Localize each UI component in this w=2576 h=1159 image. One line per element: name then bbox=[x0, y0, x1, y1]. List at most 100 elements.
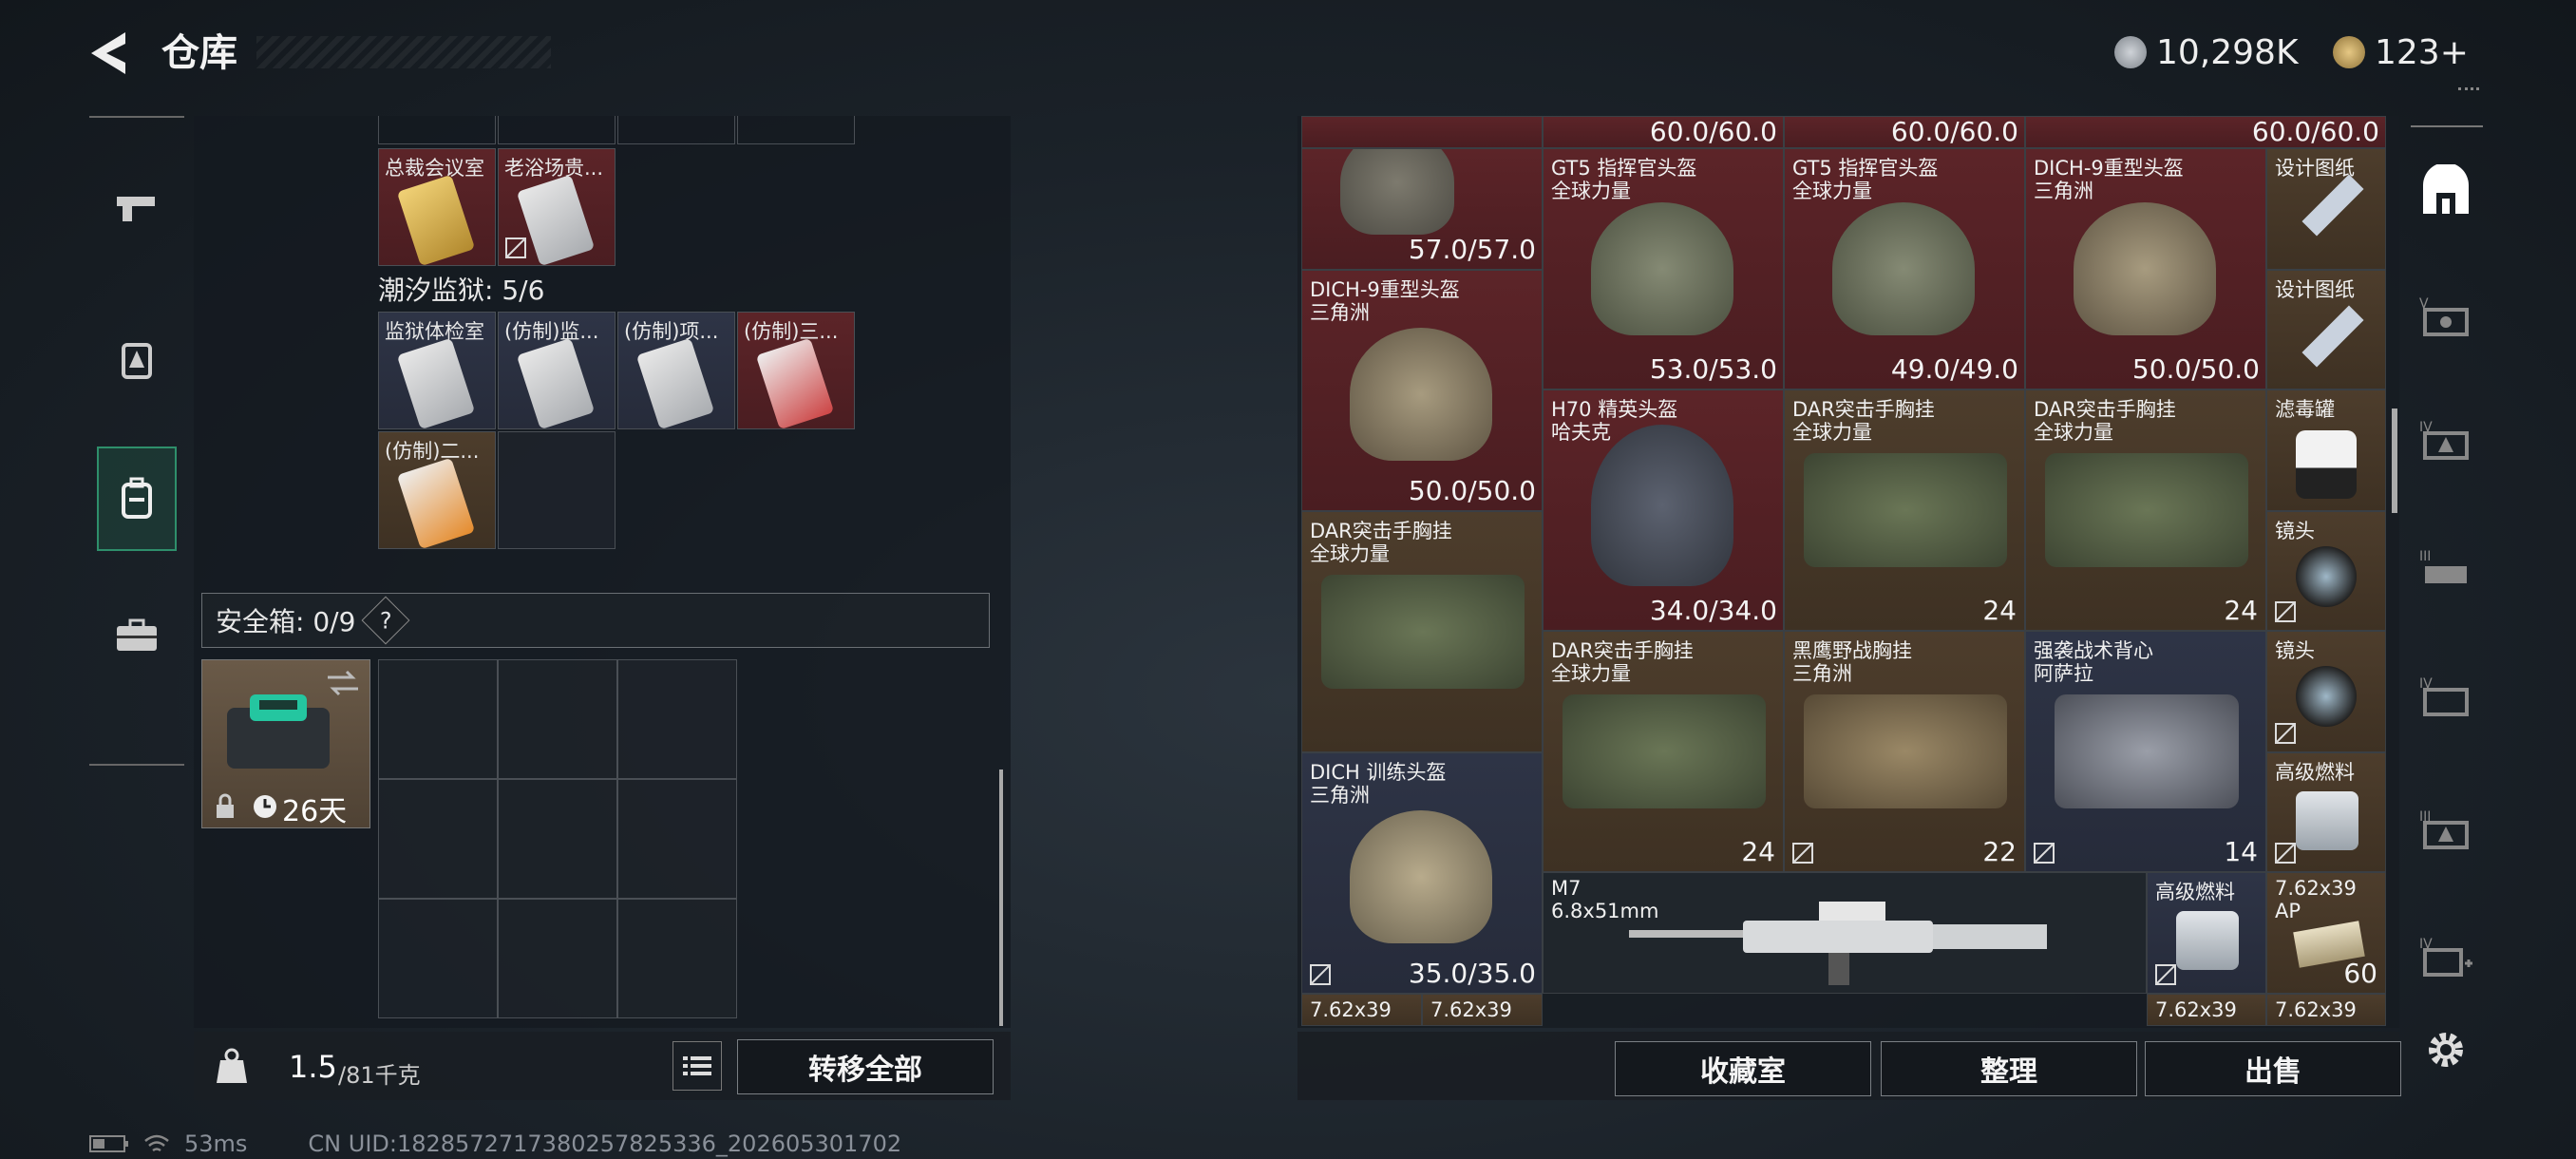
safe-case-icon bbox=[227, 694, 330, 769]
nav-weapons[interactable] bbox=[97, 156, 177, 260]
nav-case[interactable] bbox=[97, 583, 177, 688]
chest-rig-item[interactable]: DAR突击手胸挂 全球力量 24 bbox=[1784, 390, 2025, 631]
keycard-item[interactable]: (仿制)项... bbox=[617, 312, 735, 430]
tab-storage-4a[interactable]: IV bbox=[2403, 399, 2489, 484]
item-name: 镜头 bbox=[2275, 520, 2315, 542]
back-arrow-icon[interactable] bbox=[87, 28, 133, 78]
chest-rig-item[interactable]: DAR突击手胸挂 全球力量 24 bbox=[1543, 631, 1784, 872]
keycard-item[interactable]: (仿制)三... bbox=[737, 312, 855, 430]
fuel-item[interactable]: 高级燃料 bbox=[2147, 872, 2266, 994]
ammo-item-partial[interactable]: 7.62x39 bbox=[2147, 994, 2266, 1026]
briefcase-icon bbox=[117, 618, 157, 651]
item-name: 7.62x39 bbox=[1310, 998, 1392, 1021]
item-label: (仿制)项... bbox=[624, 320, 719, 343]
scope-item[interactable]: 镜头 bbox=[2266, 631, 2386, 752]
partial-cell: 60.0/60.0 bbox=[1784, 116, 2025, 148]
help-button[interactable]: ? bbox=[361, 596, 410, 645]
safe-slot[interactable] bbox=[617, 899, 737, 1018]
swap-icon[interactable] bbox=[324, 668, 362, 698]
ammo-item-partial[interactable]: 7.62x39 bbox=[1301, 994, 1422, 1026]
capacity: 24 bbox=[2224, 595, 2258, 626]
svg-text:III: III bbox=[2419, 809, 2431, 825]
m7-rifle-item[interactable]: M7 6.8x51mm bbox=[1543, 872, 2147, 994]
scope-item[interactable]: 镜头 bbox=[2266, 511, 2386, 631]
keycard-item[interactable]: 监狱体检室 bbox=[378, 312, 496, 430]
list-view-button[interactable] bbox=[672, 1041, 722, 1091]
category-nav bbox=[89, 116, 184, 766]
lock-icon bbox=[217, 793, 234, 818]
tab-storage-5[interactable]: V bbox=[2403, 276, 2489, 361]
tab-storage-3b[interactable]: III bbox=[2403, 788, 2489, 874]
currency-tokens[interactable]: 123+ bbox=[2333, 28, 2469, 76]
safe-slot[interactable] bbox=[498, 779, 617, 899]
svg-text:IV: IV bbox=[2419, 676, 2433, 692]
item-type: AP bbox=[2275, 900, 2301, 922]
no-sell-icon bbox=[2155, 964, 2176, 985]
no-sell-icon bbox=[1310, 964, 1331, 985]
item-name: 设计图纸 bbox=[2275, 278, 2355, 301]
tab-storage-3[interactable]: III bbox=[2403, 528, 2489, 614]
quantity: 60 bbox=[2343, 958, 2377, 989]
safe-slot[interactable] bbox=[617, 659, 737, 779]
tab-storage-main[interactable] bbox=[2403, 148, 2489, 234]
vest-icon bbox=[2055, 694, 2239, 808]
safe-slot[interactable] bbox=[498, 659, 617, 779]
chest-rig-item[interactable]: 黑鹰野战胸挂 三角洲 22 bbox=[1784, 631, 2025, 872]
safe-slot[interactable] bbox=[617, 779, 737, 899]
nav-armor[interactable] bbox=[97, 308, 177, 412]
ammo-item[interactable]: 7.62x39 AP 60 bbox=[2266, 872, 2386, 994]
no-sell-icon bbox=[2034, 843, 2055, 864]
helmet-item[interactable]: DICH-9重型头盔 三角洲 50.0/50.0 bbox=[1301, 270, 1543, 511]
safe-slot[interactable] bbox=[378, 899, 498, 1018]
keycard-item[interactable]: (仿制)二... bbox=[378, 431, 496, 550]
sell-button[interactable]: 出售 bbox=[2145, 1041, 2401, 1096]
nav-backpack[interactable] bbox=[97, 446, 177, 551]
safe-slot[interactable] bbox=[498, 899, 617, 1018]
safe-slot[interactable] bbox=[378, 779, 498, 899]
left-scrollbar[interactable] bbox=[999, 770, 1003, 1026]
helmet-item[interactable]: GT5 指挥官头盔 全球力量 53.0/53.0 bbox=[1543, 148, 1784, 390]
keycard-item[interactable]: (仿制)监... bbox=[498, 312, 616, 430]
chest-rig-item[interactable]: DAR突击手胸挂 全球力量 bbox=[1301, 511, 1543, 752]
safe-slot[interactable] bbox=[378, 659, 498, 779]
filter-item[interactable]: 滤毒罐 bbox=[2266, 390, 2386, 511]
right-scrollbar[interactable] bbox=[2392, 408, 2397, 513]
storage-expansion-icon: IV bbox=[2419, 420, 2469, 460]
helmet-item[interactable]: DICH-9重型头盔 三角洲 50.0/50.0 bbox=[2025, 148, 2266, 390]
helmet-item[interactable]: DICH 训练头盔 三角洲 35.0/35.0 bbox=[1301, 752, 1543, 994]
tab-storage-add[interactable]: IV bbox=[2403, 916, 2489, 1001]
item-faction: 全球力量 bbox=[1551, 662, 1631, 685]
safe-box-item[interactable]: 26天 bbox=[201, 659, 370, 828]
helmet-icon bbox=[1591, 425, 1733, 586]
weight-bar: 1.5 /81千克 转移全部 bbox=[194, 1032, 1011, 1100]
fuel-item[interactable]: 高级燃料 bbox=[2266, 752, 2386, 872]
ammo-item-partial[interactable]: 7.62x39 bbox=[2266, 994, 2386, 1026]
blueprint-item[interactable]: 设计图纸 bbox=[2266, 148, 2386, 270]
helmet-item[interactable]: GT5 指挥官头盔 全球力量 49.0/49.0 bbox=[1784, 148, 2025, 390]
collection-button[interactable]: 收藏室 bbox=[1615, 1041, 1871, 1096]
filter-icon bbox=[2296, 430, 2357, 499]
partial-cell bbox=[498, 116, 616, 144]
helmet-item[interactable]: 57.0/57.0 bbox=[1301, 148, 1543, 270]
helmet-icon bbox=[1591, 202, 1733, 335]
vest-item[interactable]: 强袭战术背心 阿萨拉 14 bbox=[2025, 631, 2266, 872]
blueprint-item[interactable]: 设计图纸 bbox=[2266, 270, 2386, 390]
item-name: 高级燃料 bbox=[2155, 881, 2235, 903]
no-sell-icon bbox=[2275, 723, 2296, 744]
empty-slot[interactable] bbox=[498, 431, 616, 549]
durability: 34.0/34.0 bbox=[1649, 595, 1777, 626]
safe-box-timer: 26天 bbox=[282, 795, 348, 828]
tab-storage-4b[interactable]: IV bbox=[2403, 656, 2489, 741]
settings-button[interactable] bbox=[2403, 1007, 2489, 1092]
keycard-item[interactable]: 老浴场贵... bbox=[498, 148, 616, 267]
keycard-item[interactable]: 总裁会议室 bbox=[378, 148, 496, 267]
helmet-item[interactable]: H70 精英头盔 哈夫克 34.0/34.0 bbox=[1543, 390, 1784, 631]
storage-add-icon: IV bbox=[2419, 937, 2472, 977]
ammo-item-partial[interactable]: 7.62x39 bbox=[1422, 994, 1543, 1026]
chest-rig-item[interactable]: DAR突击手胸挂 全球力量 24 bbox=[2025, 390, 2266, 631]
durability: 50.0/50.0 bbox=[2131, 353, 2260, 385]
sort-button[interactable]: 整理 bbox=[1881, 1041, 2137, 1096]
transfer-all-button[interactable]: 转移全部 bbox=[737, 1039, 994, 1094]
helmet-icon bbox=[1350, 810, 1492, 943]
menu-dots-icon[interactable] bbox=[2458, 87, 2479, 104]
